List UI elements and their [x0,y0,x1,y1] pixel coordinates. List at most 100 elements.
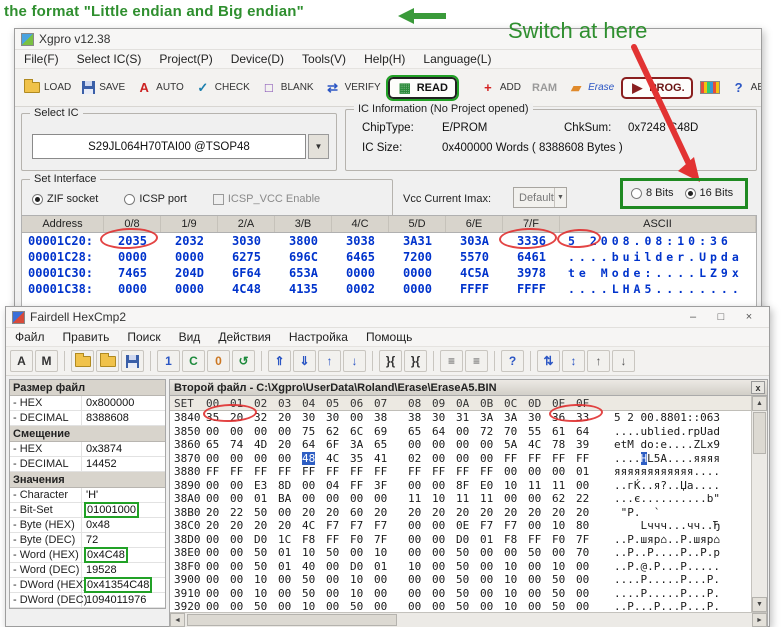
horizontal-scroll-thumb[interactable] [187,614,397,626]
hex-byte[interactable]: 00 [206,533,230,546]
hex-byte[interactable]: 20 [456,506,480,519]
hex-byte[interactable]: 00 [206,573,230,586]
hex-byte[interactable]: 01 [576,465,600,478]
hex-byte[interactable]: 10 [254,587,278,600]
hex-byte[interactable]: D0 [254,533,278,546]
hex-byte[interactable]: 50 [302,587,326,600]
stats-icon[interactable]: ≡ [440,350,463,372]
hex-byte[interactable]: 64 [302,438,326,451]
hex-byte[interactable]: 00 [456,425,480,438]
hex-byte[interactable]: 40 [302,560,326,573]
hex-byte[interactable]: FF [374,465,398,478]
erase-button[interactable]: ▰Erase [564,78,618,98]
hex-byte[interactable]: 4C [302,519,326,532]
hex-byte[interactable]: 8D [278,479,302,492]
hex-byte[interactable]: 3A [504,411,528,424]
hex-byte[interactable]: 00 [408,479,432,492]
scroll-up-icon[interactable]: ▲ [752,396,767,411]
hex-byte[interactable]: 38 [408,411,432,424]
hex-byte[interactable]: 11 [408,492,432,505]
hex-byte[interactable]: 8F [456,479,480,492]
auto-button[interactable]: AAUTO [132,78,188,98]
hex-byte[interactable]: FF [408,465,432,478]
hexcmp-menu-item-4[interactable]: Действия [209,330,280,344]
scroll-down-icon[interactable]: ▼ [752,597,767,612]
hex-byte[interactable]: 00 [408,546,432,559]
prev-diff-icon[interactable]: ⇑ [268,350,291,372]
hex-byte[interactable]: 50 [456,573,480,586]
hex-byte[interactable]: 50 [552,600,576,612]
hex-byte[interactable]: 32 [254,411,278,424]
hex-byte[interactable]: E3 [254,479,278,492]
vcc-current-combo[interactable]: Default ▼ [513,187,567,208]
hex-byte[interactable]: 00 [576,573,600,586]
hex-byte[interactable]: 10 [504,560,528,573]
hex-byte[interactable]: 11 [552,479,576,492]
hex-byte[interactable]: 20 [206,506,230,519]
hex-byte[interactable]: 00 [528,465,552,478]
hex-byte[interactable]: 00 [254,425,278,438]
offset-view-icon[interactable]: 0 [207,350,230,372]
hex-byte[interactable]: 35 [350,452,374,465]
open-compare-icon[interactable] [71,350,94,372]
hex-byte[interactable]: 00 [326,600,350,612]
first-diff-icon[interactable]: ↑ [318,350,341,372]
hex-byte[interactable]: 00 [230,600,254,612]
hex-byte[interactable]: 5A [504,438,528,451]
hex-byte[interactable]: 31 [456,411,480,424]
hex-byte[interactable]: 00 [480,438,504,451]
hex-editor-area[interactable]: 384035203220303000383830313A3A3036335 2 … [170,411,751,612]
icsp-port-radio[interactable]: ICSP port [124,193,187,205]
char-view-icon[interactable]: C [182,350,205,372]
hex-byte[interactable]: FF [254,465,278,478]
hex-byte[interactable]: 00 [408,438,432,451]
hex-byte[interactable]: 00 [206,546,230,559]
chip-button[interactable] [696,79,724,96]
hex-byte[interactable]: FF [456,465,480,478]
hex-byte[interactable]: 00 [528,560,552,573]
hex-byte[interactable]: 4C [326,452,350,465]
hex-byte[interactable]: F8 [302,533,326,546]
hexcmp-menu-item-6[interactable]: Помощь [357,330,421,344]
scroll-lock-icon[interactable]: ↕ [562,350,585,372]
hex-byte[interactable]: FF [326,533,350,546]
hex-byte[interactable]: 35 [206,411,230,424]
hex-byte[interactable]: 74 [230,438,254,451]
hex-byte[interactable]: 10 [254,573,278,586]
maximize-button[interactable]: □ [707,308,735,327]
hex-byte[interactable]: 20 [408,506,432,519]
hex-byte[interactable]: 00 [254,452,278,465]
hex-byte[interactable]: 00 [350,492,374,505]
hex-byte[interactable]: 10 [504,600,528,612]
hex-byte[interactable]: 00 [432,438,456,451]
hex-byte[interactable]: 00 [432,600,456,612]
hex-byte[interactable]: 00 [206,452,230,465]
hex-byte[interactable]: 00 [432,587,456,600]
add-button[interactable]: +ADD [476,78,525,98]
hex-byte[interactable]: FF [326,465,350,478]
hex-byte[interactable]: 00 [408,519,432,532]
hex-byte[interactable]: 20 [254,519,278,532]
hex-byte[interactable]: FF [528,452,552,465]
hex-byte[interactable]: 3F [374,479,398,492]
hex-byte[interactable]: 20 [278,519,302,532]
hex-byte[interactable]: 7F [374,533,398,546]
byte-view-icon[interactable]: 1 [157,350,180,372]
hex-byte[interactable]: 00 [326,587,350,600]
open-file-icon[interactable] [96,350,119,372]
hex-byte[interactable]: 50 [350,600,374,612]
xgpro-menu-item-1[interactable]: Select IC(S) [68,52,151,66]
hex-byte[interactable]: 50 [456,587,480,600]
hex-byte[interactable]: 65 [206,438,230,451]
hexcmp-menu-item-3[interactable]: Вид [170,330,210,344]
save-button[interactable]: SAVE [78,79,129,96]
hex-byte[interactable]: 69 [374,425,398,438]
help-icon[interactable]: ? [501,350,524,372]
blank-button[interactable]: □BLANK [257,78,318,98]
hex-byte[interactable]: 30 [302,411,326,424]
hex-byte[interactable]: 00 [326,492,350,505]
hex-byte[interactable]: 20 [278,411,302,424]
hex-byte[interactable]: 00 [456,438,480,451]
hex-byte[interactable]: 50 [254,560,278,573]
hex-byte[interactable]: 01 [254,492,278,505]
